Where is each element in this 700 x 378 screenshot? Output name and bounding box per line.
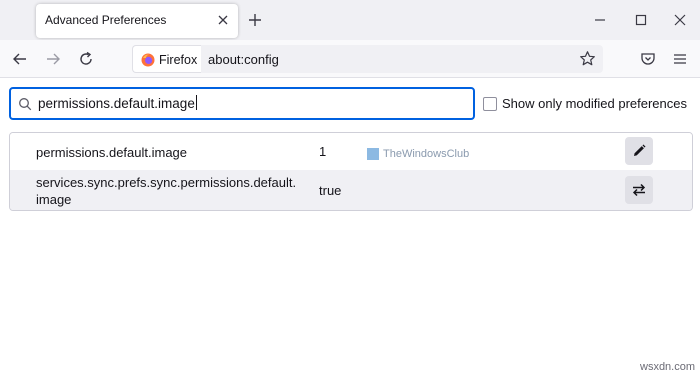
firefox-logo-icon (141, 53, 155, 67)
pocket-icon[interactable] (638, 49, 658, 69)
toggle-button[interactable] (625, 176, 653, 204)
preference-name: services.sync.prefs.sync.permissions.def… (36, 175, 297, 207)
preferences-table: permissions.default.image 1 services.syn… (9, 132, 693, 211)
navigation-toolbar: Firefox about:config (0, 40, 700, 78)
forward-arrow-icon[interactable] (43, 49, 63, 69)
url-bar[interactable]: Firefox about:config (132, 45, 603, 73)
window-close-icon[interactable] (672, 12, 688, 28)
bookmark-star-icon[interactable] (579, 50, 596, 67)
new-tab-icon[interactable] (246, 11, 264, 29)
preference-value: true (319, 183, 342, 198)
minimize-icon[interactable] (592, 12, 608, 28)
preference-search-input[interactable]: permissions.default.image (9, 87, 475, 120)
table-row[interactable]: permissions.default.image 1 (10, 133, 692, 170)
identity-label: Firefox (159, 53, 198, 67)
reload-icon[interactable] (76, 49, 96, 69)
show-modified-label[interactable]: Show only modified preferences (502, 96, 687, 111)
toggle-arrows-icon (632, 183, 646, 197)
table-row[interactable]: services.sync.prefs.sync.permissions.def… (10, 170, 692, 210)
search-value: permissions.default.image (38, 95, 197, 111)
tab-title: Advanced Preferences (45, 13, 167, 27)
site-watermark: wsxdn.com (640, 361, 696, 373)
back-arrow-icon[interactable] (10, 49, 30, 69)
identity-box[interactable]: Firefox (132, 45, 201, 73)
menu-icon[interactable] (670, 49, 690, 69)
watermark-logo-icon (367, 148, 379, 160)
pencil-icon (634, 144, 646, 156)
preference-name: permissions.default.image (36, 145, 188, 160)
tab-strip: Advanced Preferences (0, 0, 700, 40)
edit-button[interactable] (625, 137, 653, 165)
url-text[interactable]: about:config (208, 52, 279, 67)
watermark-text: TheWindowsClub (383, 148, 470, 160)
maximize-icon[interactable] (633, 12, 649, 28)
tab-advanced-preferences[interactable]: Advanced Preferences (36, 4, 238, 38)
search-icon (19, 98, 32, 111)
show-modified-checkbox[interactable] (483, 97, 497, 111)
preference-value: 1 (319, 144, 327, 159)
tab-close-icon[interactable] (216, 13, 230, 27)
